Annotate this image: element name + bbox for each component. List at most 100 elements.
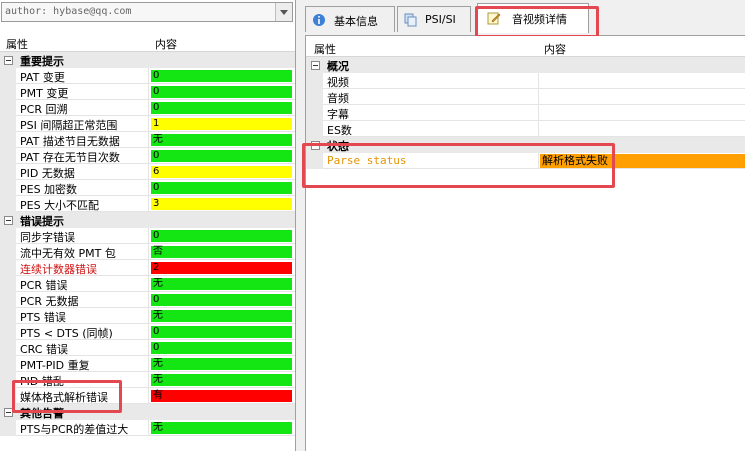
row-label: PMT 变更 <box>20 87 69 100</box>
table-row[interactable]: 音频 <box>306 89 745 105</box>
pages-icon <box>404 13 417 27</box>
table-row[interactable]: 流中无有效 PMT 包 否 <box>0 244 295 260</box>
row-label: PCR 无数据 <box>20 295 79 308</box>
column-header-property: 属性 <box>6 38 28 51</box>
table-row[interactable]: PCR 错误 无 <box>0 276 295 292</box>
group-important-notices[interactable]: 重要提示 <box>0 52 295 68</box>
table-row[interactable]: 同步字错误 0 <box>0 228 295 244</box>
row-value: 无 <box>151 422 292 434</box>
row-label: PTS与PCR的差值过大 <box>20 423 129 436</box>
table-row[interactable]: PAT 变更 0 <box>0 68 295 84</box>
row-label: 视频 <box>327 76 349 89</box>
group-overview[interactable]: 概况 <box>306 57 745 73</box>
row-value: 无 <box>151 310 292 322</box>
row-value: 否 <box>151 246 292 258</box>
highlight-box <box>302 143 615 188</box>
table-row[interactable]: PTS与PCR的差值过大 无 <box>0 420 295 436</box>
column-header-content: 内容 <box>544 43 566 56</box>
highlight-box <box>12 380 122 413</box>
left-table-header: 属性 内容 <box>0 34 295 52</box>
row-label: PAT 存在无节目次数 <box>20 151 120 164</box>
row-label: 字幕 <box>327 108 349 121</box>
row-value: 0 <box>151 150 292 162</box>
row-value: 有 <box>151 390 292 402</box>
table-row[interactable]: 字幕 <box>306 105 745 121</box>
table-row[interactable]: PES 大小不匹配 3 <box>0 196 295 212</box>
table-row[interactable]: PAT 存在无节目次数 0 <box>0 148 295 164</box>
row-value: 2 <box>151 262 292 274</box>
tab-basic-info[interactable]: 基本信息 <box>305 6 395 32</box>
row-label: PID 无数据 <box>20 167 75 180</box>
author-combobox[interactable]: author: hybase@qq.com <box>1 2 293 22</box>
row-label: PAT 描述节目无数据 <box>20 135 120 148</box>
table-row[interactable]: PTS < DTS (同帧) 0 <box>0 324 295 340</box>
table-row[interactable]: PID 无数据 6 <box>0 164 295 180</box>
right-table-header: 属性 内容 <box>306 39 745 57</box>
collapse-icon[interactable] <box>311 61 320 70</box>
row-value: 0 <box>151 294 292 306</box>
chevron-down-icon <box>280 10 288 15</box>
table-row[interactable]: PMT-PID 重复 无 <box>0 356 295 372</box>
row-value: 无 <box>151 358 292 370</box>
tab-bar: 基本信息 PSI/SI 音视频详情 <box>305 0 745 38</box>
row-label: 音频 <box>327 92 349 105</box>
row-value: 0 <box>151 342 292 354</box>
row-label: PTS 错误 <box>20 311 66 324</box>
row-value: 无 <box>151 374 292 386</box>
table-row[interactable]: PMT 变更 0 <box>0 84 295 100</box>
row-value <box>540 122 745 136</box>
row-value: 1 <box>151 118 292 130</box>
left-property-grid: 重要提示 PAT 变更 0 PMT 变更 0 PCR 回溯 0 PSI 间隔超正常范围… <box>0 52 295 436</box>
tab-psi-si[interactable]: PSI/SI <box>397 6 471 32</box>
author-text: author: hybase@qq.com <box>5 6 132 17</box>
row-label: PTS < DTS (同帧) <box>20 327 113 340</box>
row-label: 同步字错误 <box>20 231 75 244</box>
right-property-grid: 属性 内容 概况 视频 音频 字幕 ES数 状态 Parse status 解析格… <box>302 36 745 451</box>
collapse-icon[interactable] <box>4 216 13 225</box>
dropdown-button[interactable] <box>275 3 292 21</box>
row-label: ES数 <box>327 124 352 137</box>
table-row[interactable]: CRC 错误 0 <box>0 340 295 356</box>
row-value: 0 <box>151 86 292 98</box>
row-value: 无 <box>151 278 292 290</box>
row-label: PSI 间隔超正常范围 <box>20 119 118 132</box>
row-value: 3 <box>151 198 292 210</box>
row-label: CRC 错误 <box>20 343 68 356</box>
row-label: PES 大小不匹配 <box>20 199 100 212</box>
row-value: 6 <box>151 166 292 178</box>
group-title: 概况 <box>327 60 349 73</box>
right-panel: 基本信息 PSI/SI 音视频详情 属性 内容 概况 视频 音频 字幕 ES数 … <box>302 0 745 451</box>
collapse-icon[interactable] <box>4 56 13 65</box>
table-row[interactable]: PES 加密数 0 <box>0 180 295 196</box>
tab-label: PSI/SI <box>425 13 456 26</box>
table-row[interactable]: PCR 回溯 0 <box>0 100 295 116</box>
table-row[interactable]: PTS 错误 无 <box>0 308 295 324</box>
group-title: 错误提示 <box>20 215 64 228</box>
group-title: 重要提示 <box>20 55 64 68</box>
tab-label: 基本信息 <box>334 15 378 28</box>
row-value <box>540 74 745 88</box>
group-error-notices[interactable]: 错误提示 <box>0 212 295 228</box>
table-row[interactable]: 视频 <box>306 73 745 89</box>
table-row[interactable]: 连续计数器错误 2 <box>0 260 295 276</box>
table-row[interactable]: PSI 间隔超正常范围 1 <box>0 116 295 132</box>
row-label: PMT-PID 重复 <box>20 359 90 372</box>
table-row[interactable]: PAT 描述节目无数据 无 <box>0 132 295 148</box>
row-value: 0 <box>151 102 292 114</box>
row-label: PCR 回溯 <box>20 103 68 116</box>
column-header-content: 内容 <box>155 38 177 51</box>
row-label: 流中无有效 PMT 包 <box>20 247 116 260</box>
row-value <box>540 106 745 120</box>
row-value: 0 <box>151 70 292 82</box>
row-label: 连续计数器错误 <box>20 263 97 276</box>
row-value <box>540 90 745 104</box>
row-label: PCR 错误 <box>20 279 68 292</box>
highlight-box <box>475 6 599 38</box>
table-row[interactable]: PCR 无数据 0 <box>0 292 295 308</box>
table-row[interactable]: ES数 <box>306 121 745 137</box>
left-panel: author: hybase@qq.com 属性 内容 重要提示 PAT 变更 0… <box>0 0 296 451</box>
column-header-property: 属性 <box>314 43 336 56</box>
row-label: PES 加密数 <box>20 183 78 196</box>
info-icon <box>313 14 325 26</box>
row-label: PAT 变更 <box>20 71 65 84</box>
